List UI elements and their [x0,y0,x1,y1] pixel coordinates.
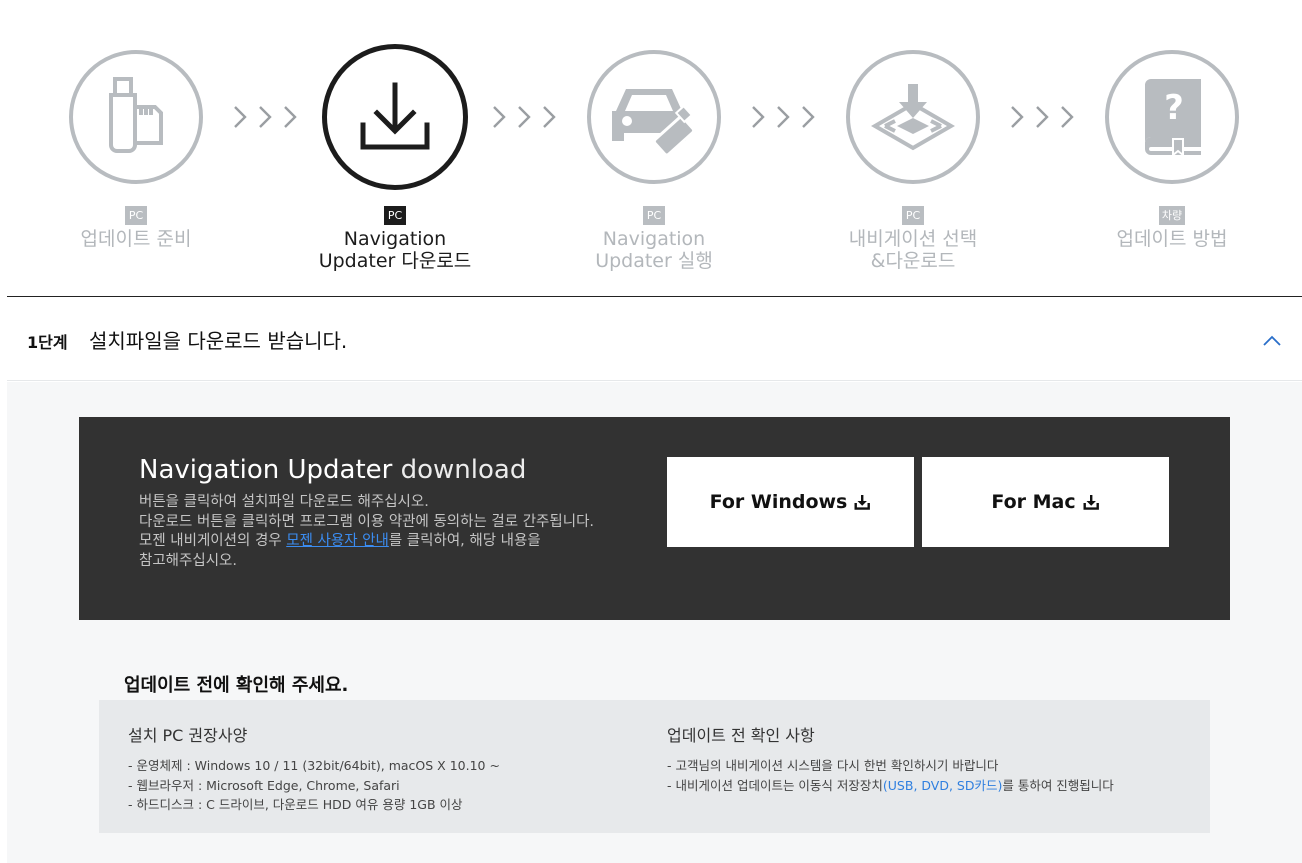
desc-text: 모젠 내비게이션의 경우 [139,533,287,549]
check-title: 업데이트 전에 확인해 주세요. [124,675,349,696]
desc-line: 참고해주십시오. [139,552,237,569]
pc-requirements: 설치 PC 권장사양 - 운영체제 : Windows 10 / 11 (32b… [128,722,500,815]
download-icon [854,495,871,510]
step-separator [1009,100,1075,134]
download-panel: Navigation Updater download 버튼을 클릭하여 설치파… [79,417,1230,620]
list-item: - 운영체제 : Windows 10 / 11 (32bit/64bit), … [128,758,500,773]
list-text: - 내비게이션 업데이트는 이동식 저장장치 [667,777,883,793]
map-download-icon [871,84,955,151]
step-separator [232,100,298,134]
list-item: - 고객님의 내비게이션 시스템을 다시 한번 확인하시기 바랍니다 [667,758,999,773]
chevron-up-icon [1263,335,1281,346]
chevron-right-icon [777,106,790,128]
chevron-right-icon [1011,106,1024,128]
button-label: For Mac [991,491,1076,513]
step-badge: PC [643,206,665,225]
desc-line: 모젠 내비게이션의 경우 모젠 사용자 안내를 클릭하여, 해당 내용을 [139,532,639,552]
stage-title: 설치파일을 다운로드 받습니다. [89,329,348,353]
step-circle: ? [1105,50,1239,184]
download-title: Navigation Updater download [139,455,526,485]
chevron-right-icon [234,106,247,128]
svg-text:?: ? [1164,88,1184,128]
step-badge: 차량 [1158,206,1186,225]
step-updater-run[interactable]: PC Navigation Updater 실행 [554,50,754,272]
download-description: 버튼을 클릭하여 설치파일 다운로드 해주십시오. 다운로드 버튼을 클릭하면 … [139,493,639,571]
chevron-right-icon [493,106,506,128]
chevron-right-icon [518,106,531,128]
mozen-guide-link[interactable]: 모젠 사용자 안내 [286,533,389,549]
storage-devices-text: (USB, DVD, SD카드) [882,777,1003,793]
stage-header: 1단계 설치파일을 다운로드 받습니다. [7,297,1302,381]
desc-text: 를 클릭하여, 해당 내용을 [388,533,541,549]
step-update-method[interactable]: ? 차량 업데이트 방법 [1072,50,1272,250]
step-label: 업데이트 방법 [1116,228,1228,250]
step-circle [69,50,203,184]
step-circle [587,50,721,184]
list-item: - 웹브라우저 : Microsoft Edge, Chrome, Safari [128,777,400,793]
download-title-sub: download [392,455,527,485]
step-nav-select-download[interactable]: PC 내비게이션 선택 &다운로드 [813,50,1013,272]
chevron-right-icon [1036,106,1049,128]
help-book-icon: ? [1145,79,1201,157]
step-circle [322,44,468,190]
step-badge: PC [125,206,147,225]
usb-sd-card-icon [109,77,163,153]
list-item: - 하드디스크 : C 드라이브, 다운로드 HDD 여유 용량 1GB 이상 [128,797,463,812]
step-badge: PC [384,206,406,225]
step-circle [846,50,980,184]
pre-update-checklist: 업데이트 전 확인 사항 - 고객님의 내비게이션 시스템을 다시 한번 확인하… [667,722,1114,795]
chevron-right-icon [752,106,765,128]
step-label: 내비게이션 선택 &다운로드 [848,228,978,272]
step-updater-download[interactable]: PC Navigation Updater 다운로드 [295,44,495,272]
checklist-title: 업데이트 전 확인 사항 [667,726,815,745]
stage-number: 1단계 [27,333,68,352]
download-title-main: Navigation Updater [139,455,393,485]
step-label: 업데이트 준비 [80,228,192,250]
collapse-button[interactable] [1260,329,1284,353]
step-update-prep[interactable]: PC 업데이트 준비 [36,50,236,250]
step-separator [750,100,816,134]
list-text: 를 통하여 진행됩니다 [1002,777,1114,793]
info-box: 설치 PC 권장사양 - 운영체제 : Windows 10 / 11 (32b… [99,700,1210,833]
step-label: Navigation Updater 다운로드 [318,228,472,272]
desc-line: 버튼을 클릭하여 설치파일 다운로드 해주십시오. [139,494,429,510]
download-icon [1083,495,1099,510]
download-mac-button[interactable]: For Mac [922,457,1169,547]
download-icon [360,82,430,150]
step-label: Navigation Updater 실행 [595,228,713,272]
chevron-right-icon [259,106,272,128]
desc-line: 다운로드 버튼을 클릭하면 프로그램 이용 약관에 동의하는 걸로 간주됩니다. [139,513,595,530]
list-item: - 내비게이션 업데이트는 이동식 저장장치(USB, DVD, SD카드)를 … [667,776,1114,796]
pc-requirements-title: 설치 PC 권장사양 [128,726,248,745]
download-windows-button[interactable]: For Windows [667,457,914,547]
button-label: For Windows [709,491,848,513]
step-separator [491,100,557,134]
car-usb-icon [612,89,696,157]
step-badge: PC [902,206,924,225]
step-progress: PC 업데이트 준비 PC Navigation Updater 다운로드 PC… [0,0,1302,296]
